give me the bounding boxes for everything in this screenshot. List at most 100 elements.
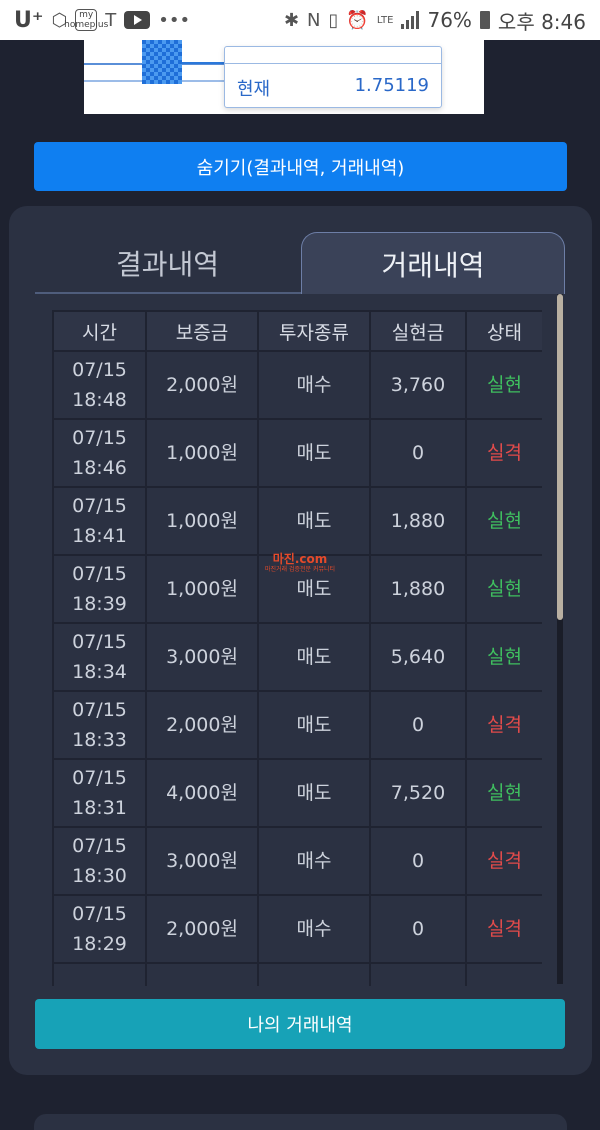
- trades-table-container[interactable]: 시간 보증금 투자종류 실현금 상태 07/15 18:48 2,000원 매수 3,7…: [52, 310, 542, 986]
- battery-icon: [479, 11, 490, 29]
- watermark-main: 마진.com: [272, 552, 328, 566]
- cell-status: 실격: [465, 826, 542, 896]
- cell-date: 07/15: [72, 427, 127, 449]
- cell-type: 매도: [257, 486, 371, 556]
- table-row: 07/15 18:46 1,000원 매도 0 실격: [52, 418, 542, 488]
- table-row: 07/15 18:33 2,000원 매도 0 실격: [52, 690, 542, 760]
- cell-clock-time: 18:29: [72, 933, 127, 955]
- history-panel: 결과내역 거래내역 시간 보증금 투자종류 실현금 상태 07/15 18:48 2…: [9, 206, 592, 1075]
- cell-status: 실현: [465, 554, 542, 624]
- cell-realized: 5,640: [369, 622, 467, 692]
- cell-time: 07/15 18:41: [52, 486, 147, 556]
- cell-date: 07/15: [72, 495, 127, 517]
- cell-time: 07/15 18:33: [52, 690, 147, 760]
- header-realized: 실현금: [369, 310, 467, 352]
- tab-results[interactable]: 결과내역: [35, 232, 300, 294]
- cell-date: 07/15: [72, 767, 127, 789]
- cell-clock-time: 18:48: [72, 389, 127, 411]
- chart-bar: [142, 40, 182, 84]
- cell-time: 07/15: [52, 962, 147, 986]
- cell-realized: 0: [369, 894, 467, 964]
- cell-type: 매수: [257, 826, 371, 896]
- cell-time: 07/15 18:48: [52, 350, 147, 420]
- cell-status: 실현: [465, 758, 542, 828]
- watermark-sub: 마진거래 검증전문 커뮤니티: [264, 566, 336, 573]
- bluetooth-icon: ✱: [283, 9, 300, 31]
- table-row: 07/15 18:30 3,000원 매수 0 실격: [52, 826, 542, 896]
- table-row: 07/15: [52, 962, 542, 986]
- battery-percent: 76%: [427, 8, 472, 32]
- cell-type: 매도: [257, 418, 371, 488]
- cell-status: 실현: [465, 486, 542, 556]
- carrier-label: U⁺: [14, 7, 44, 33]
- cell-time: 07/15 18:39: [52, 554, 147, 624]
- cell-type: 매수: [257, 350, 371, 420]
- cell-time: 07/15 18:29: [52, 894, 147, 964]
- cell-time: 07/15 18:31: [52, 758, 147, 828]
- cell-type: 매도: [257, 622, 371, 692]
- header-time: 시간: [52, 310, 147, 352]
- status-bar-left: U⁺ ⬡ my homeplus T •••: [14, 8, 190, 33]
- clock: 오후 8:46: [497, 9, 586, 34]
- youtube-icon: [124, 11, 151, 29]
- cell-realized: 7,520: [369, 758, 467, 828]
- my-trades-button[interactable]: 나의 거래내역: [35, 999, 565, 1049]
- cell-status: 실격: [465, 690, 542, 760]
- cell-status: 실격: [465, 894, 542, 964]
- homeplus-app-icon: my homeplus: [64, 9, 109, 31]
- tab-trades[interactable]: 거래내역: [301, 232, 565, 294]
- cell-type: 매도: [257, 690, 371, 760]
- cell-time: 07/15 18:30: [52, 826, 147, 896]
- cell-type: [257, 962, 371, 986]
- cell-deposit: [145, 962, 259, 986]
- tmap-icon: T: [105, 9, 117, 31]
- header-status: 상태: [465, 310, 542, 352]
- tooltip-value: 1.75119: [354, 75, 429, 96]
- cell-realized: 3,760: [369, 350, 467, 420]
- cell-deposit: 2,000원: [145, 350, 259, 420]
- cell-deposit: 1,000원: [145, 418, 259, 488]
- cell-clock-time: 18:34: [72, 661, 127, 683]
- table-row: 07/15 18:48 2,000원 매수 3,760 실현: [52, 350, 542, 420]
- cell-deposit: 2,000원: [145, 894, 259, 964]
- table-row: 07/15 18:34 3,000원 매도 5,640 실현: [52, 622, 542, 692]
- header-type: 투자종류: [257, 310, 371, 352]
- cell-date: 07/15: [72, 631, 127, 653]
- cell-status: 실현: [465, 350, 542, 420]
- cell-clock-time: 18:30: [72, 865, 127, 887]
- cell-realized: 0: [369, 690, 467, 760]
- scrollbar-thumb[interactable]: [557, 294, 563, 620]
- cell-status: [465, 962, 542, 986]
- cell-clock-time: 18:46: [72, 457, 127, 479]
- cell-realized: [369, 962, 467, 986]
- signal-icon: [401, 11, 420, 29]
- status-bar: U⁺ ⬡ my homeplus T ••• ✱ N ▯ ⏰ LTE 76% 오후…: [0, 0, 600, 40]
- price-chart[interactable]: 현재 1.75119: [84, 40, 484, 114]
- table-row: 07/15 18:41 1,000원 매도 1,880 실현: [52, 486, 542, 556]
- status-bar-right: ✱ N ▯ ⏰ LTE 76% 오후 8:46: [284, 6, 586, 35]
- watermark-logo: 마진.com 마진거래 검증전문 커뮤니티: [250, 552, 350, 578]
- tooltip-label: 현재: [237, 79, 271, 100]
- vibrate-icon: ▯: [328, 9, 339, 31]
- cell-clock-time: 18:41: [72, 525, 127, 547]
- cell-date: 07/15: [72, 563, 127, 585]
- nfc-icon: N: [307, 9, 321, 31]
- cell-deposit: 4,000원: [145, 758, 259, 828]
- cell-date: 07/15: [72, 903, 127, 925]
- hide-history-button[interactable]: 숨기기(결과내역, 거래내역): [34, 142, 567, 191]
- cell-status: 실격: [465, 418, 542, 488]
- more-notifications-icon: •••: [158, 9, 191, 31]
- cell-deposit: 1,000원: [145, 486, 259, 556]
- cell-clock-time: 18:33: [72, 729, 127, 751]
- table-header-row: 시간 보증금 투자종류 실현금 상태: [52, 310, 542, 352]
- cell-date: 07/15: [54, 982, 145, 986]
- tab-underline: [35, 292, 301, 294]
- trades-table: 시간 보증금 투자종류 실현금 상태 07/15 18:48 2,000원 매수 3,7…: [52, 310, 542, 986]
- cell-deposit: 3,000원: [145, 826, 259, 896]
- cell-deposit: 1,000원: [145, 554, 259, 624]
- chart-tooltip: 현재 1.75119: [224, 46, 442, 108]
- cell-realized: 1,880: [369, 486, 467, 556]
- lte-icon: LTE: [376, 14, 394, 26]
- cell-date: 07/15: [72, 699, 127, 721]
- tooltip-divider: [225, 63, 441, 64]
